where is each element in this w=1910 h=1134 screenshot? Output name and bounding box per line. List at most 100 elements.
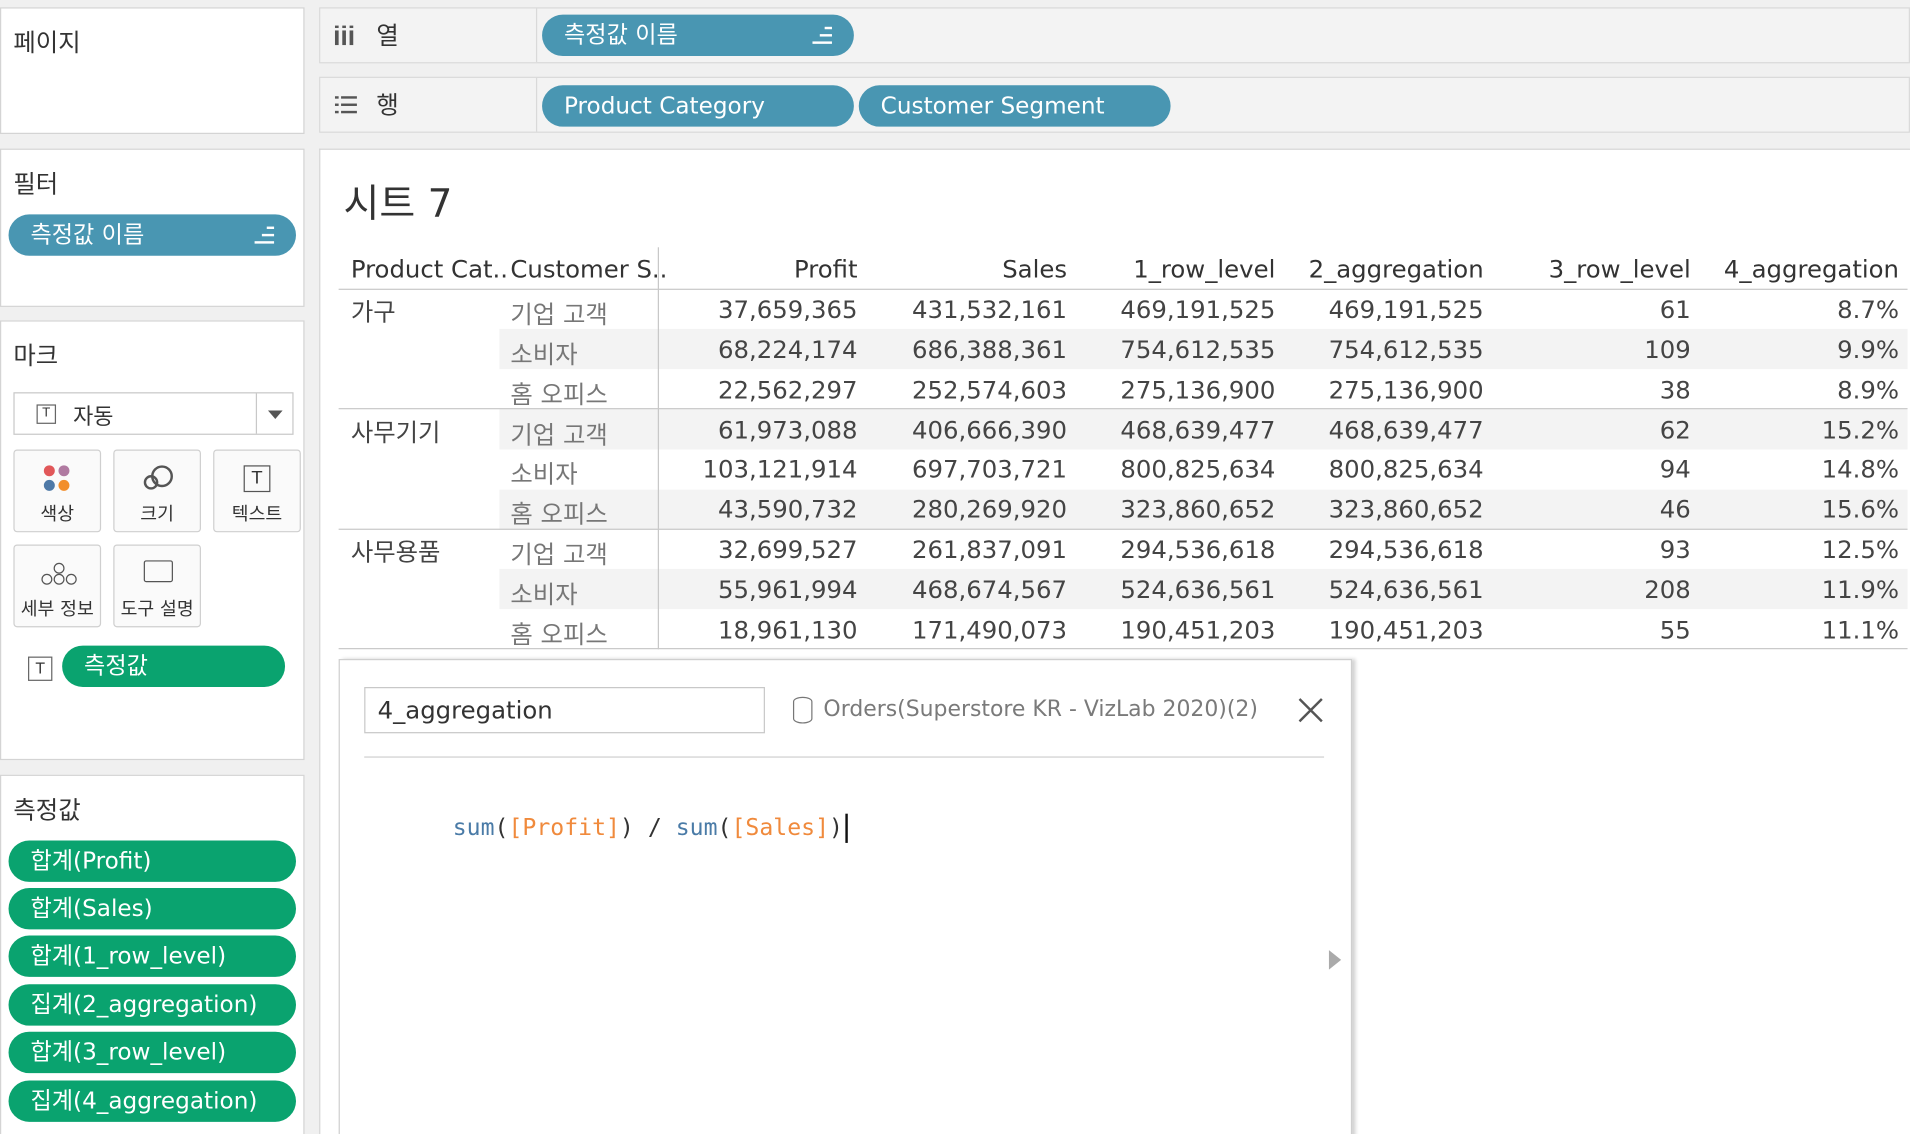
value-cell[interactable]: 468,674,567 (912, 575, 1067, 604)
rows-shelf[interactable]: 행 Product Category Customer Segment (319, 76, 1910, 133)
category-cell[interactable]: 사무용품 (351, 532, 441, 567)
category-cell[interactable]: 가구 (351, 292, 396, 327)
value-cell[interactable]: 171,490,073 (912, 615, 1067, 644)
column-header[interactable]: Customer S.. (510, 255, 667, 284)
measure-pill-4-aggregation[interactable]: 집계(4_aggregation) (8, 1080, 296, 1122)
value-cell[interactable]: 61 (1660, 295, 1691, 324)
value-cell[interactable]: 469,191,525 (1120, 295, 1275, 324)
category-cell[interactable]: 사무기기 (351, 412, 441, 447)
value-cell[interactable]: 800,825,634 (1329, 455, 1484, 484)
value-cell[interactable]: 524,636,561 (1120, 575, 1275, 604)
value-cell[interactable]: 275,136,900 (1329, 375, 1484, 404)
tooltip-button[interactable]: 도구 설명 (113, 544, 201, 628)
calc-formula-editor[interactable]: sum([Profit]) / sum([Sales]) (369, 787, 848, 870)
text-button[interactable]: T 텍스트 (213, 449, 301, 533)
value-cell[interactable]: 11.9% (1822, 575, 1899, 604)
column-header[interactable]: 2_aggregation (1309, 255, 1484, 284)
value-cell[interactable]: 261,837,091 (912, 535, 1067, 564)
value-cell[interactable]: 12.5% (1822, 535, 1899, 564)
column-header[interactable]: 1_row_level (1133, 255, 1275, 284)
value-cell[interactable]: 323,860,652 (1120, 495, 1275, 524)
value-cell[interactable]: 754,612,535 (1120, 335, 1275, 364)
value-cell[interactable]: 294,536,618 (1120, 535, 1275, 564)
value-cell[interactable]: 18,961,130 (718, 615, 857, 644)
value-cell[interactable]: 697,703,721 (912, 455, 1067, 484)
value-cell[interactable]: 15.2% (1822, 415, 1899, 444)
value-cell[interactable]: 686,388,361 (912, 335, 1067, 364)
columns-pill-measure-names[interactable]: 측정값 이름 (542, 14, 854, 57)
value-cell[interactable]: 190,451,203 (1120, 615, 1275, 644)
detail-button[interactable]: 세부 정보 (13, 544, 102, 628)
value-cell[interactable]: 8.7% (1837, 295, 1899, 324)
rows-pill-customer-segment[interactable]: Customer Segment (858, 85, 1171, 127)
segment-cell[interactable]: 소비자 (510, 455, 577, 490)
value-cell[interactable]: 280,269,920 (912, 495, 1067, 524)
value-cell[interactable]: 469,191,525 (1329, 295, 1484, 324)
value-cell[interactable]: 9.9% (1837, 335, 1899, 364)
value-cell[interactable]: 275,136,900 (1120, 375, 1275, 404)
close-icon[interactable] (1297, 697, 1324, 724)
segment-cell[interactable]: 홈 오피스 (510, 495, 607, 530)
size-button[interactable]: 크기 (113, 449, 201, 533)
value-cell[interactable]: 68,224,174 (718, 335, 857, 364)
segment-cell[interactable]: 소비자 (510, 335, 577, 370)
value-cell[interactable]: 94 (1660, 455, 1691, 484)
column-header[interactable]: Sales (1002, 255, 1067, 284)
segment-cell[interactable]: 홈 오피스 (510, 615, 607, 650)
value-cell[interactable]: 109 (1644, 335, 1691, 364)
measure-pill-sales[interactable]: 합계(Sales) (8, 887, 296, 930)
calc-name-input[interactable]: 4_aggregation (364, 687, 765, 734)
value-cell[interactable]: 431,532,161 (912, 295, 1067, 324)
value-cell[interactable]: 62 (1660, 415, 1691, 444)
mark-type-value: 자동 (73, 404, 114, 430)
value-cell[interactable]: 800,825,634 (1120, 455, 1275, 484)
measure-pill-profit[interactable]: 합계(Profit) (8, 840, 296, 882)
value-cell[interactable]: 22,562,297 (718, 375, 857, 404)
detail-icon (41, 562, 78, 587)
value-cell[interactable]: 14.8% (1822, 455, 1899, 484)
value-cell[interactable]: 32,699,527 (718, 535, 857, 564)
segment-cell[interactable]: 기업 고객 (510, 415, 607, 450)
text-pill-measure-values[interactable]: 측정값 (62, 645, 286, 688)
column-header[interactable]: 3_row_level (1549, 255, 1691, 284)
value-cell[interactable]: 252,574,603 (912, 375, 1067, 404)
value-cell[interactable]: 103,121,914 (703, 455, 858, 484)
expand-arrow-icon[interactable] (1328, 950, 1342, 970)
value-cell[interactable]: 468,639,477 (1329, 415, 1484, 444)
column-header[interactable]: Product Cat.. (351, 255, 508, 284)
value-cell[interactable]: 323,860,652 (1329, 495, 1484, 524)
value-cell[interactable]: 208 (1644, 575, 1691, 604)
text-icon: T (243, 465, 271, 493)
value-cell[interactable]: 524,636,561 (1329, 575, 1484, 604)
value-cell[interactable]: 8.9% (1837, 375, 1899, 404)
value-cell[interactable]: 61,973,088 (718, 415, 857, 444)
value-cell[interactable]: 37,659,365 (718, 295, 857, 324)
filter-pill-measure-names[interactable]: 측정값 이름 (8, 214, 296, 256)
segment-cell[interactable]: 소비자 (510, 575, 577, 610)
column-header[interactable]: 4_aggregation (1724, 255, 1899, 284)
value-cell[interactable]: 190,451,203 (1329, 615, 1484, 644)
segment-cell[interactable]: 홈 오피스 (510, 375, 607, 410)
rows-pill-product-category[interactable]: Product Category (542, 85, 854, 127)
column-header[interactable]: Profit (794, 255, 858, 284)
value-cell[interactable]: 294,536,618 (1329, 535, 1484, 564)
segment-cell[interactable]: 기업 고객 (510, 295, 607, 330)
value-cell[interactable]: 55 (1660, 615, 1691, 644)
value-cell[interactable]: 11.1% (1822, 615, 1899, 644)
segment-cell[interactable]: 기업 고객 (510, 535, 607, 570)
value-cell[interactable]: 46 (1660, 495, 1691, 524)
value-cell[interactable]: 55,961,994 (718, 575, 857, 604)
value-cell[interactable]: 43,590,732 (718, 495, 857, 524)
value-cell[interactable]: 15.6% (1822, 495, 1899, 524)
value-cell[interactable]: 406,666,390 (912, 415, 1067, 444)
color-button[interactable]: 색상 (13, 449, 102, 533)
value-cell[interactable]: 93 (1660, 535, 1691, 564)
value-cell[interactable]: 468,639,477 (1120, 415, 1275, 444)
measure-pill-2-aggregation[interactable]: 집계(2_aggregation) (8, 984, 296, 1026)
measure-pill-3-row-level[interactable]: 합계(3_row_level) (8, 1031, 296, 1074)
value-cell[interactable]: 38 (1660, 375, 1691, 404)
measure-pill-1-row-level[interactable]: 합계(1_row_level) (8, 935, 296, 977)
value-cell[interactable]: 754,612,535 (1329, 335, 1484, 364)
mark-type-dropdown[interactable]: T 자동 (13, 392, 294, 435)
columns-shelf[interactable]: 열 측정값 이름 (319, 7, 1910, 64)
